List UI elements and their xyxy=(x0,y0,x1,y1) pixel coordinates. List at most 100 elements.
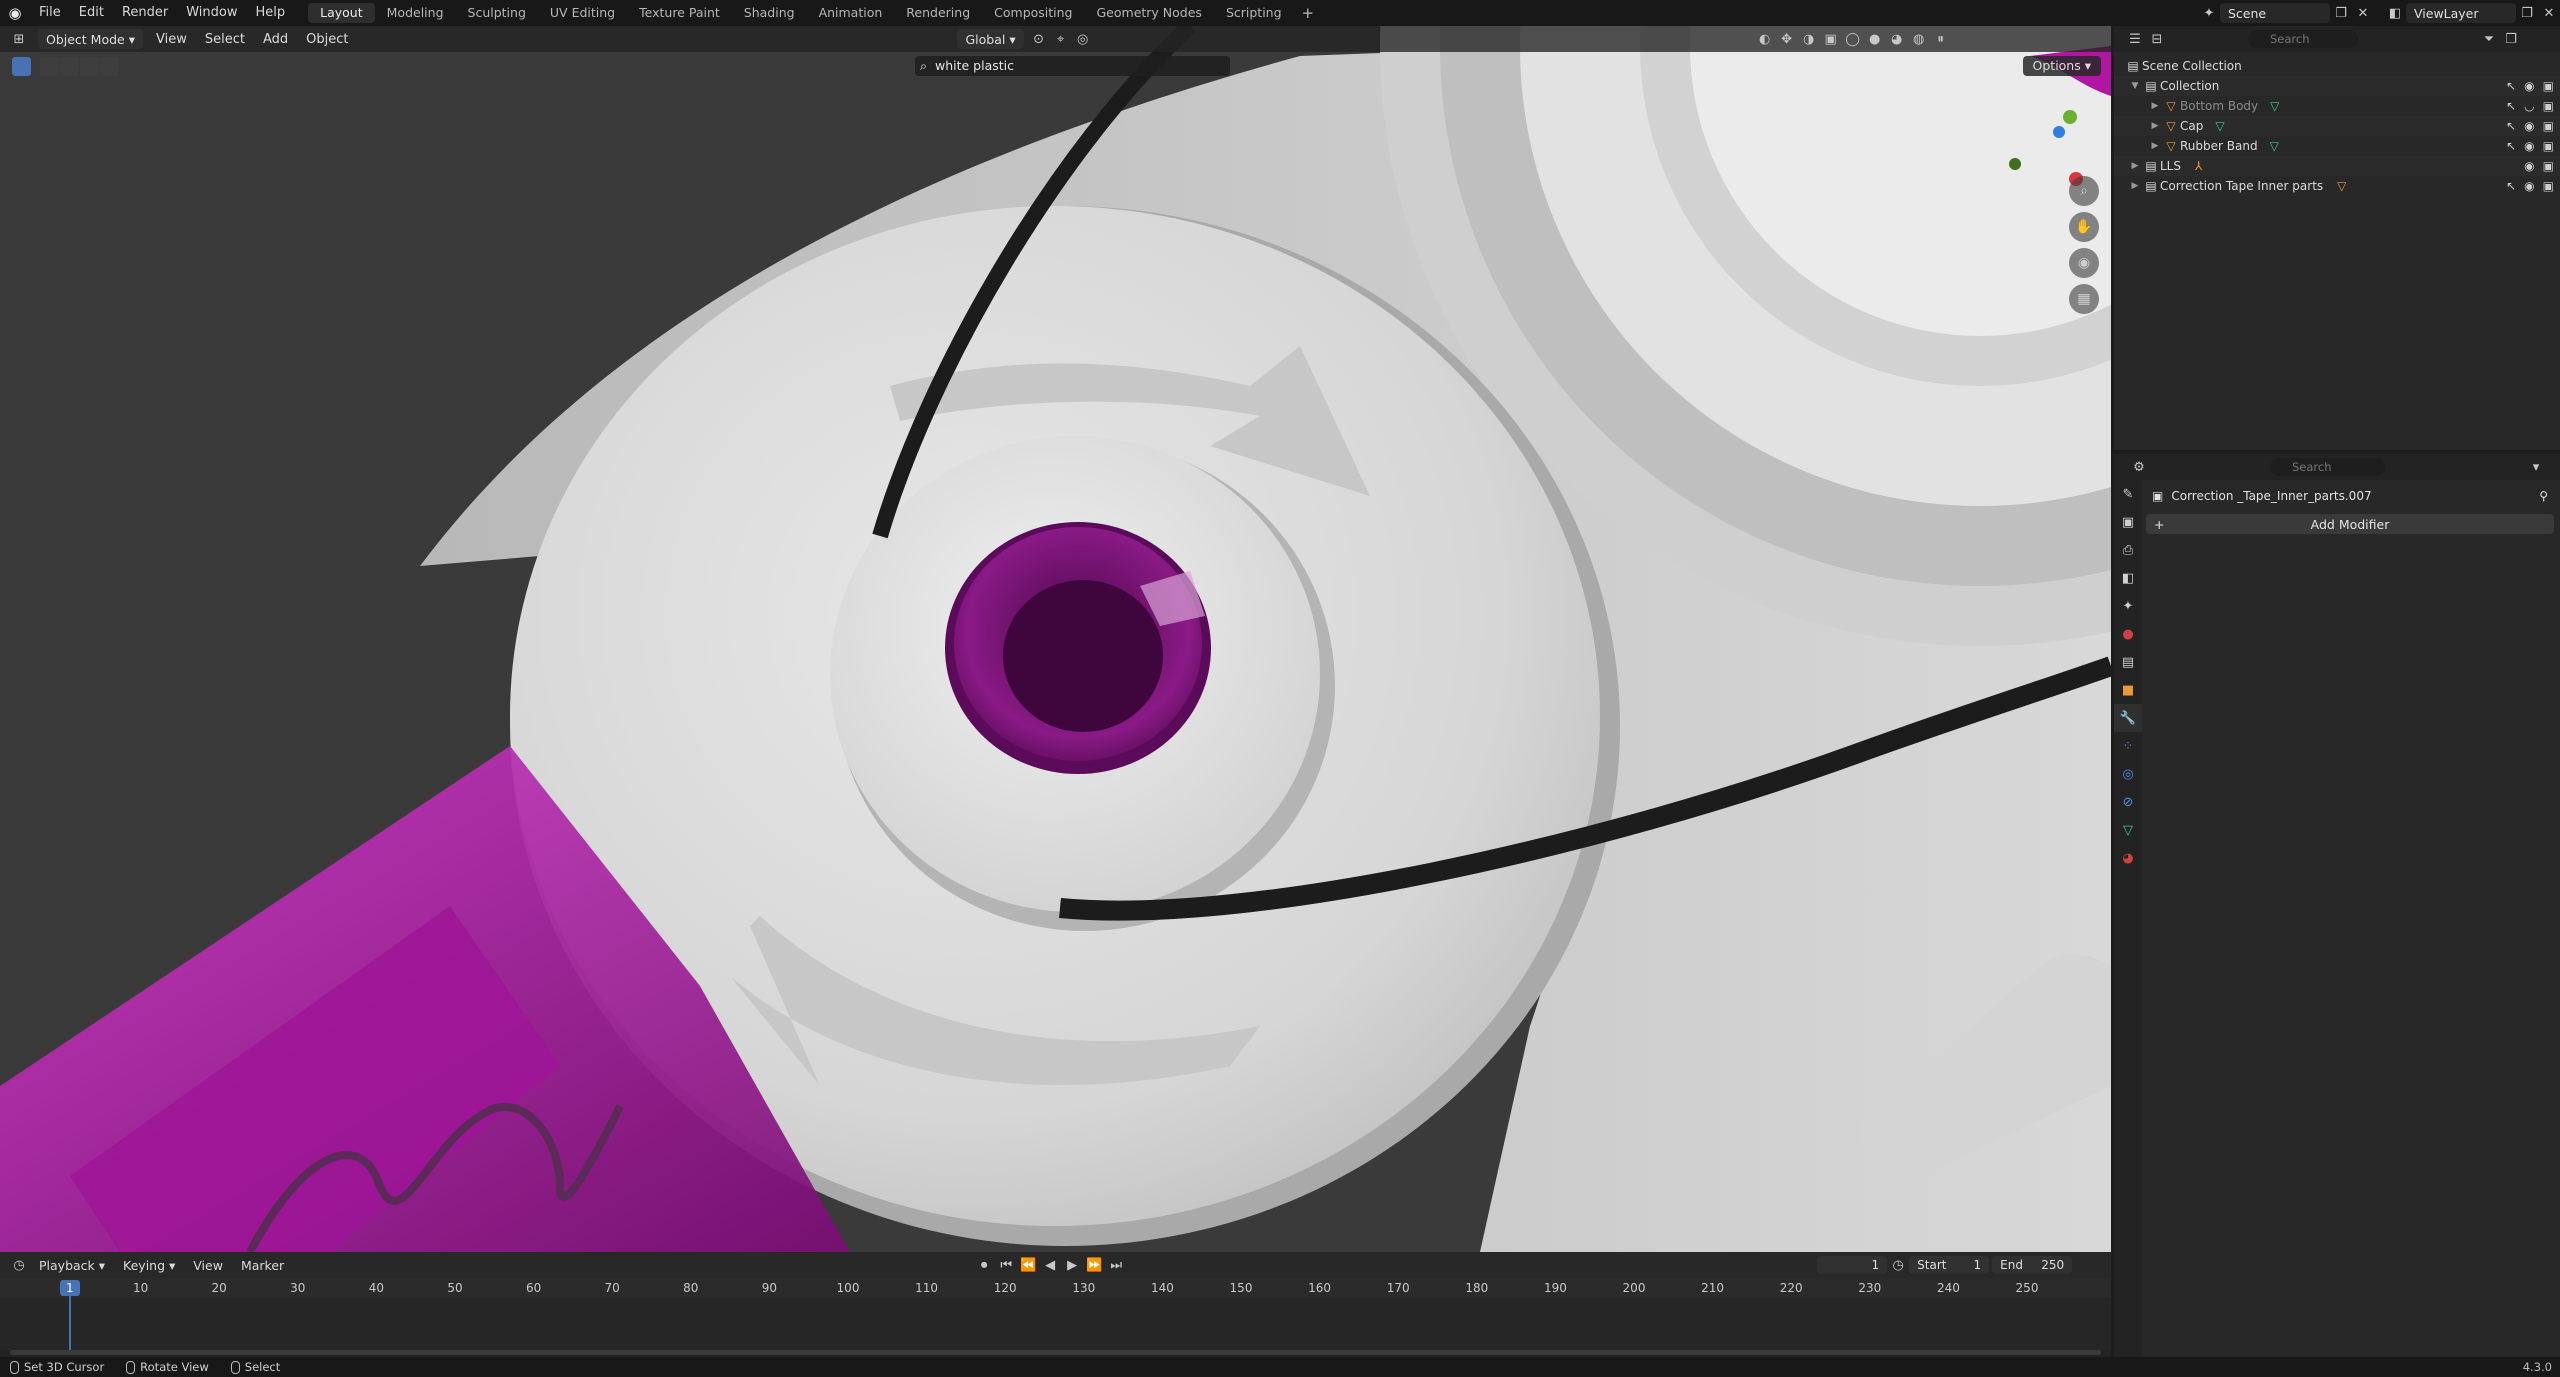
auto-keying-icon[interactable]: ⏺ xyxy=(973,1255,995,1275)
play-icon[interactable]: ▶ xyxy=(1061,1255,1083,1275)
jump-end-icon[interactable]: ⏭ xyxy=(1105,1255,1127,1275)
scene-icon[interactable]: ✦ xyxy=(2198,3,2220,23)
snap-icon[interactable]: ⌖ xyxy=(1050,29,1072,49)
tab-shading[interactable]: Shading xyxy=(732,3,807,23)
start-frame-field[interactable]: Start 1 xyxy=(1909,1256,1990,1274)
tab-compositing[interactable]: Compositing xyxy=(982,3,1084,23)
editor-type-icon[interactable]: ⊞ xyxy=(8,29,30,49)
blender-logo-icon[interactable]: ◉ xyxy=(0,0,30,26)
camera-icon[interactable]: ▣ xyxy=(2543,159,2554,173)
end-frame-field[interactable]: End 250 xyxy=(1992,1256,2073,1274)
mesh-data-icon[interactable]: ▽ xyxy=(2215,119,2224,133)
outliner-row-rubber-band[interactable]: ▶ ▽ Rubber Band ▽ ↖ ◉ ▣ xyxy=(2114,136,2560,156)
pivot-icon[interactable]: ⊙ xyxy=(1028,29,1050,49)
eye-closed-icon[interactable]: ◡ xyxy=(2524,99,2534,113)
zoom-icon[interactable]: ⌕ xyxy=(2069,176,2099,206)
eye-icon[interactable]: ◉ xyxy=(2524,159,2534,173)
eye-icon[interactable]: ◉ xyxy=(2524,119,2534,133)
new-scene-icon[interactable]: ❐ xyxy=(2330,3,2352,23)
properties-options-icon[interactable]: ▾ xyxy=(2525,457,2547,477)
add-workspace-icon[interactable]: + xyxy=(1294,4,1323,22)
view-layer-selector[interactable]: ViewLayer xyxy=(2406,3,2516,23)
pan-hand-icon[interactable]: ✋ xyxy=(2069,212,2099,242)
menu-edit[interactable]: Edit xyxy=(70,0,113,26)
expand-arrow-icon[interactable]: ▶ xyxy=(2148,141,2162,151)
rendered-shading-icon[interactable]: ◍ xyxy=(1908,29,1930,49)
delete-view-layer-icon[interactable]: ✕ xyxy=(2538,3,2560,23)
keyframe-area[interactable] xyxy=(0,1298,2111,1350)
current-frame-field[interactable]: 1 xyxy=(1817,1256,1888,1274)
menu-view[interactable]: View xyxy=(147,32,196,47)
jump-keyframe-forward-icon[interactable]: ⏩ xyxy=(1083,1255,1105,1275)
view-layer-tab-icon[interactable]: ◧ xyxy=(2114,564,2142,592)
outliner-row-collection[interactable]: ▼ ▤ Collection ↖ ◉ ▣ xyxy=(2114,76,2560,96)
menu-keying[interactable]: Keying ▾ xyxy=(114,1258,184,1273)
view-layer-icon[interactable]: ◧ xyxy=(2384,3,2406,23)
expand-arrow-icon[interactable]: ▼ xyxy=(2128,81,2142,91)
playhead-badge[interactable]: 1 xyxy=(59,1280,80,1296)
scene-tab-icon[interactable]: ✦ xyxy=(2114,592,2142,620)
selectable-icon[interactable]: ↖ xyxy=(2506,79,2516,93)
wireframe-shading-icon[interactable]: ◯ xyxy=(1842,29,1864,49)
tab-geometry-nodes[interactable]: Geometry Nodes xyxy=(1085,3,1214,23)
camera-icon[interactable]: ▣ xyxy=(2543,179,2554,193)
xray-icon[interactable]: ▣ xyxy=(1820,29,1842,49)
solid-shading-icon[interactable]: ● xyxy=(1864,29,1886,49)
scene-selector[interactable]: Scene xyxy=(2220,3,2330,23)
outliner-row-bottom-body[interactable]: ▶ ▽ Bottom Body ▽ ↖ ◡ ▣ xyxy=(2114,96,2560,116)
visibility-icon[interactable]: ◐ xyxy=(1754,29,1776,49)
menu-marker[interactable]: Marker xyxy=(232,1258,293,1273)
select-extend-icon[interactable] xyxy=(60,56,79,76)
select-subtract-icon[interactable] xyxy=(80,56,99,76)
menu-timeline-view[interactable]: View xyxy=(184,1258,232,1273)
display-mode-icon[interactable]: ⊟ xyxy=(2146,29,2168,49)
eye-icon[interactable]: ◉ xyxy=(2524,179,2534,193)
tab-scripting[interactable]: Scripting xyxy=(1214,3,1294,23)
armature-icon[interactable]: ⅄ xyxy=(2195,159,2202,173)
expand-arrow-icon[interactable]: ▶ xyxy=(2148,121,2162,131)
physics-tab-icon[interactable]: ◎ xyxy=(2114,760,2142,788)
menu-select[interactable]: Select xyxy=(196,32,254,47)
object-tab-icon[interactable]: ■ xyxy=(2114,676,2142,704)
collection-tab-icon[interactable]: ▤ xyxy=(2114,648,2142,676)
menu-window[interactable]: Window xyxy=(177,0,246,26)
navigation-gizmo[interactable] xyxy=(2003,96,2083,186)
menu-add[interactable]: Add xyxy=(254,32,297,47)
properties-editor-icon[interactable]: ⚙ xyxy=(2128,457,2150,477)
material-search-input[interactable]: ⌕ white plastic xyxy=(915,56,1230,76)
selectable-icon[interactable]: ↖ xyxy=(2506,179,2516,193)
camera-icon[interactable]: ▣ xyxy=(2543,79,2554,93)
new-view-layer-icon[interactable]: ❐ xyxy=(2516,3,2538,23)
timeline-scrollbar[interactable] xyxy=(10,1350,2101,1355)
camera-icon[interactable]: ▣ xyxy=(2543,119,2554,133)
camera-icon[interactable]: ▣ xyxy=(2543,99,2554,113)
expand-arrow-icon[interactable]: ▶ xyxy=(2128,181,2142,191)
expand-arrow-icon[interactable]: ▶ xyxy=(2128,161,2142,171)
frame-ruler[interactable]: 10 20 30 40 50 60 70 80 90 100 110 120 130 140 150 160 1… xyxy=(0,1278,2111,1298)
tab-texture-paint[interactable]: Texture Paint xyxy=(627,3,732,23)
tab-uv-editing[interactable]: UV Editing xyxy=(538,3,627,23)
tab-rendering[interactable]: Rendering xyxy=(894,3,982,23)
playhead-line[interactable] xyxy=(68,1296,71,1350)
mode-selector[interactable]: Object Mode ▾ xyxy=(38,29,143,49)
gizmo-icon[interactable]: ✥ xyxy=(1776,29,1798,49)
orientation-selector[interactable]: Global ▾ xyxy=(957,29,1024,49)
tab-sculpting[interactable]: Sculpting xyxy=(456,3,538,23)
gizmo-z-axis-icon[interactable] xyxy=(2053,126,2065,138)
options-button[interactable]: Options ▾ xyxy=(2022,56,2101,76)
camera-icon[interactable]: ▣ xyxy=(2543,139,2554,153)
new-collection-icon[interactable]: ❐ xyxy=(2500,29,2522,49)
pin-icon[interactable]: ⚲ xyxy=(2539,489,2548,503)
preview-range-icon[interactable]: ◷ xyxy=(1887,1255,1909,1275)
jump-start-icon[interactable]: ⏮ xyxy=(995,1255,1017,1275)
data-tab-icon[interactable]: ▽ xyxy=(2114,816,2142,844)
tab-animation[interactable]: Animation xyxy=(807,3,895,23)
camera-view-icon[interactable]: ◉ xyxy=(2069,248,2099,278)
pause-render-icon[interactable]: ⏸ xyxy=(1930,29,1952,49)
render-tab-icon[interactable]: ▣ xyxy=(2114,508,2142,536)
mesh-data-icon[interactable]: ▽ xyxy=(2270,99,2279,113)
select-tool-icon[interactable] xyxy=(12,56,31,76)
selectable-icon[interactable]: ↖ xyxy=(2506,99,2516,113)
outliner-search-input[interactable]: Search xyxy=(2248,30,2358,48)
world-tab-icon[interactable]: ● xyxy=(2114,620,2142,648)
